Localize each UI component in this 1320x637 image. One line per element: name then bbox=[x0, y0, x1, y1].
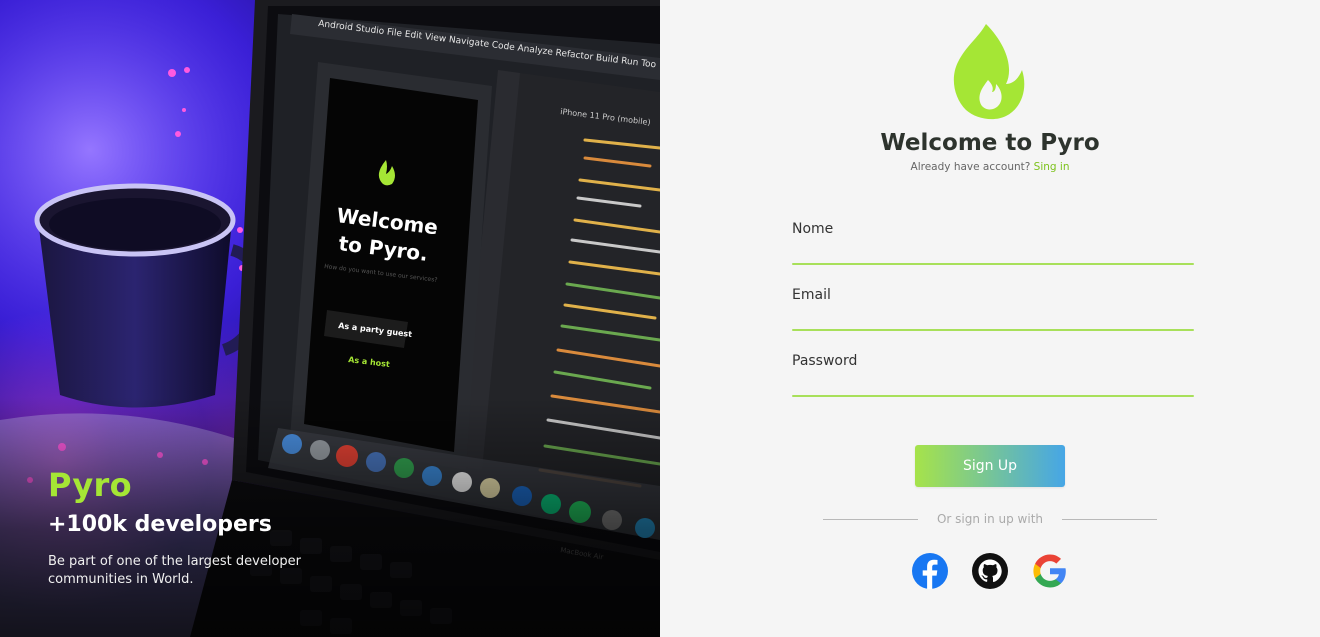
email-field[interactable]: Email bbox=[792, 287, 1194, 331]
social-divider: Or sign in up with bbox=[823, 512, 1157, 528]
email-underline bbox=[792, 329, 1194, 331]
signup-button[interactable]: Sign Up bbox=[915, 445, 1065, 487]
email-input[interactable] bbox=[792, 305, 1194, 327]
signup-panel: Welcome to Pyro Already have account? Si… bbox=[660, 0, 1320, 637]
password-underline bbox=[792, 395, 1194, 397]
hero-description: Be part of one of the largest developer … bbox=[48, 554, 302, 587]
page-title: Welcome to Pyro bbox=[880, 130, 1100, 156]
email-label: Email bbox=[792, 287, 831, 303]
already-account-text: Already have account? bbox=[910, 161, 1031, 173]
password-field[interactable]: Password bbox=[792, 353, 1194, 397]
password-label: Password bbox=[792, 353, 858, 369]
name-field[interactable]: Nome bbox=[792, 221, 1194, 265]
name-input[interactable] bbox=[792, 239, 1194, 261]
hero-panel: Android Studio File Edit View Navigate C… bbox=[0, 0, 660, 637]
flame-logo-icon bbox=[953, 24, 1025, 120]
github-icon[interactable] bbox=[971, 552, 1009, 590]
name-label: Nome bbox=[792, 221, 834, 237]
name-underline bbox=[792, 263, 1194, 265]
signin-link[interactable]: Sing in bbox=[1034, 161, 1070, 173]
google-icon[interactable] bbox=[1031, 552, 1069, 590]
password-input[interactable] bbox=[792, 371, 1194, 393]
hero-brand: Pyro bbox=[48, 466, 132, 504]
divider-line-right bbox=[1062, 519, 1157, 520]
hero-headline: +100k developers bbox=[48, 512, 272, 537]
facebook-icon[interactable] bbox=[911, 552, 949, 590]
already-account-row: Already have account? Sing in bbox=[660, 161, 1320, 173]
